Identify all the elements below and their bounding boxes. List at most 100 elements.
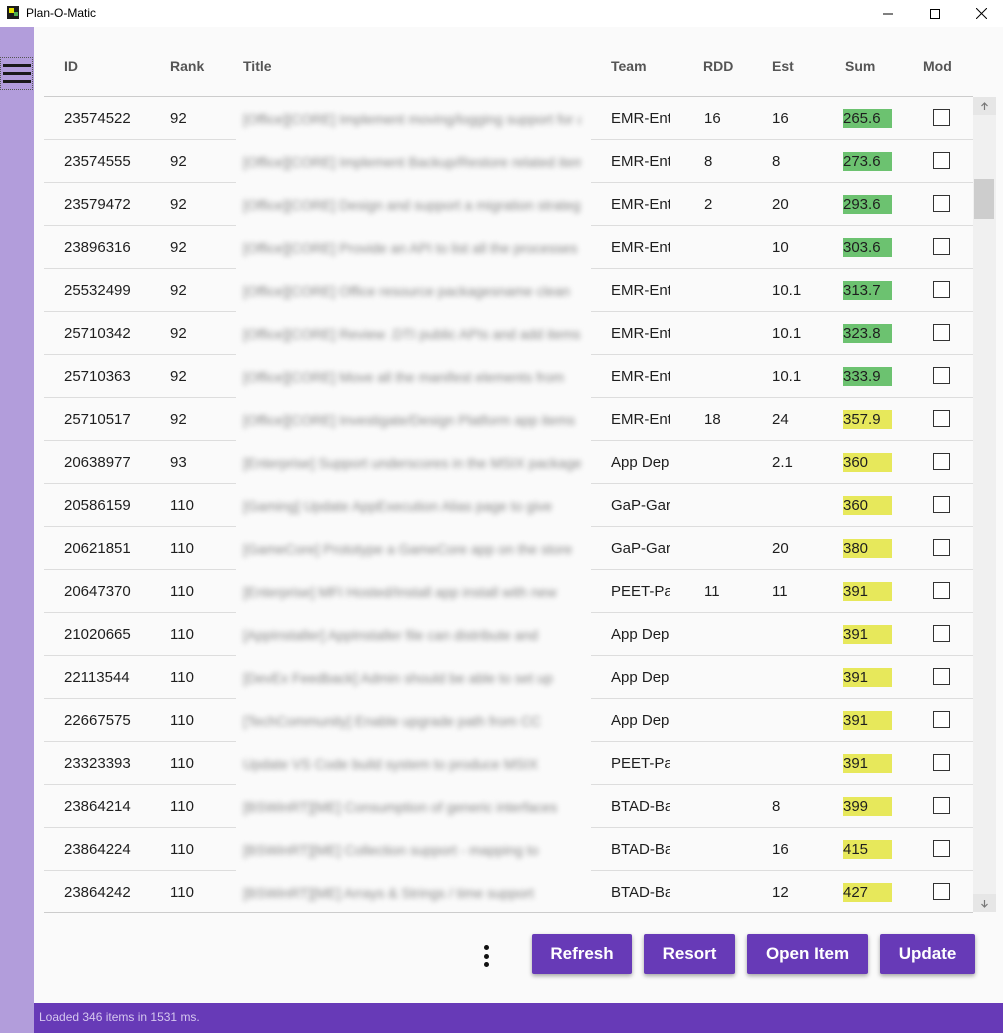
table-row[interactable]: 23864214 110 [BSWinRT][ME] Consumption of … (44, 785, 973, 828)
mod-checkbox[interactable] (933, 109, 950, 126)
scroll-down-button[interactable] (973, 894, 996, 912)
cell-sum: 313.7 (843, 282, 881, 299)
cell-team: EMR-Ent (611, 110, 670, 127)
mod-checkbox[interactable] (933, 367, 950, 384)
column-header-team[interactable]: Team (611, 58, 647, 74)
table-row[interactable]: 22113544 110 [DevEx Feedback] Admin should… (44, 656, 973, 699)
cell-id: 23579472 (64, 196, 131, 213)
mod-checkbox[interactable] (933, 238, 950, 255)
table-row[interactable]: 23896316 92 [Office][CORE] Provide an API … (44, 226, 973, 269)
maximize-icon (930, 8, 940, 19)
cell-rank: 92 (170, 239, 187, 256)
cell-title: Update VS Code build system to produce M… (243, 756, 538, 772)
cell-sum-highlight: 380 (843, 539, 892, 558)
close-button[interactable] (958, 0, 1003, 27)
table-row[interactable]: 25710363 92 [Office][CORE] Move all the ma… (44, 355, 973, 398)
cell-est: 10.1 (772, 325, 802, 342)
cell-sum: 333.9 (843, 368, 881, 385)
mod-checkbox[interactable] (933, 625, 950, 642)
mod-checkbox[interactable] (933, 152, 950, 169)
mod-checkbox[interactable] (933, 883, 950, 900)
cell-team: EMR-Ent (611, 239, 670, 256)
table-row[interactable]: 20647370 110 [Enterprise] MFI Hosted/Insta… (44, 570, 973, 613)
table-row[interactable]: 25710342 92 [Office][CORE] Review .DTI pub… (44, 312, 973, 355)
column-header-mod[interactable]: Mod (923, 58, 952, 74)
cell-team: App Dep (611, 626, 670, 643)
table-row[interactable]: 23323393 110 Update VS Code build system t… (44, 742, 973, 785)
mod-checkbox[interactable] (933, 797, 950, 814)
mod-checkbox[interactable] (933, 195, 950, 212)
mod-checkbox[interactable] (933, 453, 950, 470)
mod-checkbox[interactable] (933, 840, 950, 857)
table-row[interactable]: 20638977 93 [Enterprise] Support underscor… (44, 441, 973, 484)
cell-id: 20621851 (64, 540, 131, 557)
cell-team: BTAD-Ba (611, 798, 670, 815)
cell-rank: 110 (170, 583, 194, 600)
cell-id: 22113544 (64, 669, 130, 686)
table-row[interactable]: 22667575 110 [TechCommunity] Enable upgrad… (44, 699, 973, 742)
cell-sum: 360 (843, 497, 869, 514)
cell-sum: 265.6 (843, 110, 881, 127)
cell-title: [AppInstaller] AppInstaller file can dis… (243, 627, 538, 643)
cell-sum-highlight: 391 (843, 582, 892, 601)
cell-est: 20 (772, 540, 789, 557)
scrollbar-thumb[interactable] (974, 179, 994, 219)
mod-checkbox[interactable] (933, 668, 950, 685)
cell-rank: 92 (170, 368, 187, 385)
column-header-title[interactable]: Title (243, 58, 272, 74)
cell-est: 16 (772, 841, 789, 858)
cell-sum: 415 (843, 841, 869, 858)
mod-checkbox[interactable] (933, 324, 950, 341)
cell-sum: 391 (843, 626, 869, 643)
table-row[interactable]: 23574522 92 [Office][CORE] Implement movin… (44, 97, 973, 140)
open-item-button[interactable]: Open Item (747, 934, 868, 974)
cell-sum: 357.9 (843, 411, 881, 428)
table-row[interactable]: 20586159 110 [Gaming] Update AppExecution … (44, 484, 973, 527)
cell-est: 2.1 (772, 454, 793, 471)
mod-checkbox[interactable] (933, 410, 950, 427)
table-row[interactable]: 23864224 110 [BSWinRT][ME] Collection supp… (44, 828, 973, 871)
cell-sum-highlight: 273.6 (843, 152, 892, 171)
minimize-button[interactable] (865, 0, 911, 27)
column-header-id[interactable]: ID (64, 58, 78, 74)
column-header-sum[interactable]: Sum (845, 58, 875, 74)
table-row[interactable]: 25710517 92 [Office][CORE] Investigate/Des… (44, 398, 973, 441)
cell-sum: 293.6 (843, 196, 881, 213)
mod-checkbox[interactable] (933, 711, 950, 728)
table-row[interactable]: 23574555 92 [Office][CORE] Implement Backu… (44, 140, 973, 183)
more-options-icon[interactable] (482, 945, 490, 967)
mod-checkbox[interactable] (933, 496, 950, 513)
column-header-est[interactable]: Est (772, 58, 794, 74)
cell-sum: 391 (843, 669, 869, 686)
table-row[interactable]: 20621851 110 [GameCore] Prototype a GameCo… (44, 527, 973, 570)
table-row[interactable]: 23864242 110 [BSWinRT][ME] Arrays & String… (44, 871, 973, 912)
cell-sum: 273.6 (843, 153, 881, 170)
column-header-rank[interactable]: Rank (170, 58, 204, 74)
cell-sum-highlight: 415 (843, 840, 892, 859)
cell-est: 11 (772, 583, 788, 600)
cell-est: 8 (772, 798, 781, 815)
cell-id: 25532499 (64, 282, 131, 299)
cell-rank: 110 (170, 626, 194, 643)
update-button[interactable]: Update (880, 934, 975, 974)
table-row[interactable]: 21020665 110 [AppInstaller] AppInstaller f… (44, 613, 973, 656)
mod-checkbox[interactable] (933, 539, 950, 556)
table-row[interactable]: 23579472 92 [Office][CORE] Design and supp… (44, 183, 973, 226)
mod-checkbox[interactable] (933, 281, 950, 298)
mod-checkbox[interactable] (933, 582, 950, 599)
scroll-up-button[interactable] (973, 97, 996, 115)
resort-button[interactable]: Resort (644, 934, 735, 974)
cell-sum: 399 (843, 798, 869, 815)
vertical-scrollbar[interactable] (973, 97, 996, 912)
table-row[interactable]: 25532499 92 [Office][CORE] Office resource… (44, 269, 973, 312)
cell-id: 23864242 (64, 884, 131, 901)
cell-rank: 110 (170, 712, 194, 729)
refresh-button[interactable]: Refresh (532, 934, 632, 974)
maximize-button[interactable] (912, 0, 958, 27)
cell-team: EMR-Ent (611, 411, 670, 428)
column-header-rdd[interactable]: RDD (703, 58, 733, 74)
mod-checkbox[interactable] (933, 754, 950, 771)
hamburger-menu-icon[interactable] (0, 57, 33, 90)
cell-team: PEET-Pa (611, 755, 670, 772)
status-text: Loaded 346 items in 1531 ms. (39, 1010, 200, 1024)
